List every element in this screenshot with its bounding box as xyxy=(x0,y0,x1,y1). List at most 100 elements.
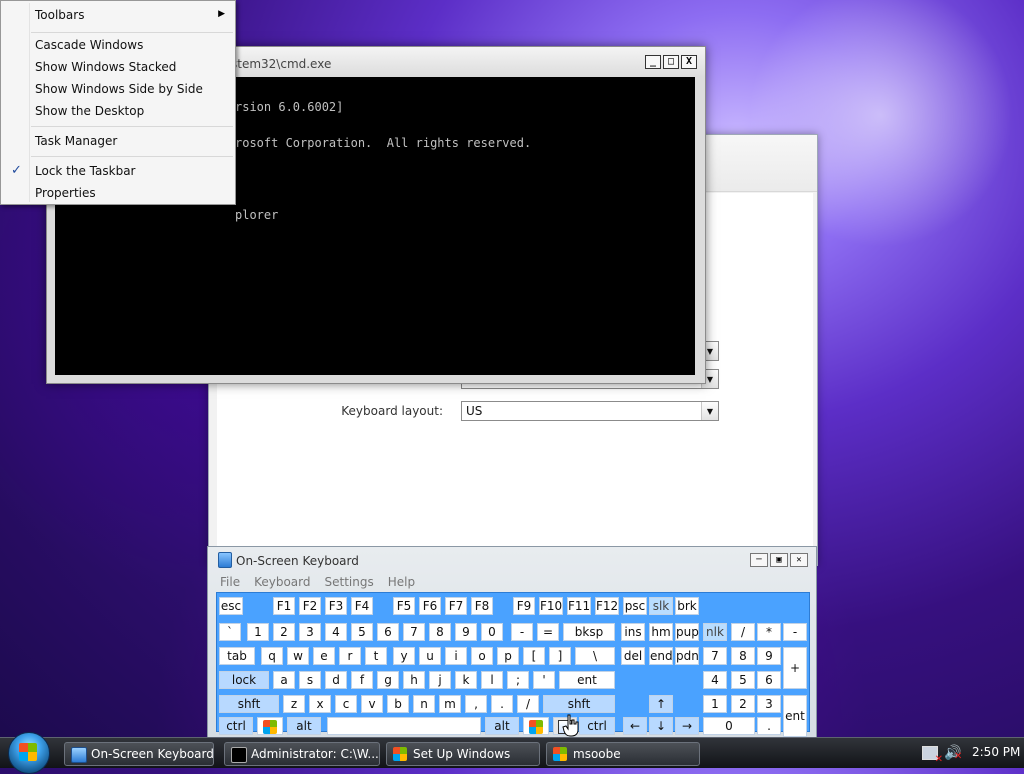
key-num-star[interactable]: * xyxy=(757,623,781,641)
key-num-plus[interactable]: + xyxy=(783,647,807,689)
clock[interactable]: 2:50 PM xyxy=(972,745,1020,759)
key-7[interactable]: 7 xyxy=(403,623,425,641)
key-num-dot[interactable]: . xyxy=(757,717,781,735)
key-i[interactable]: i xyxy=(445,647,467,665)
key-z[interactable]: z xyxy=(283,695,305,713)
key-f1[interactable]: F1 xyxy=(273,597,295,615)
key-h[interactable]: h xyxy=(403,671,425,689)
key-g[interactable]: g xyxy=(377,671,399,689)
key-psc[interactable]: psc xyxy=(623,597,647,615)
osk-menu-help[interactable]: Help xyxy=(388,575,415,589)
menu-item-show-windows-stacked[interactable]: Show Windows Stacked xyxy=(35,60,176,74)
key-num-minus[interactable]: - xyxy=(783,623,807,641)
key-end[interactable]: end xyxy=(649,647,673,665)
key-num-4[interactable]: 4 xyxy=(703,671,727,689)
key-home[interactable]: hm xyxy=(649,623,673,641)
key-f9[interactable]: F9 xyxy=(513,597,535,615)
network-icon[interactable] xyxy=(922,746,943,765)
key-6[interactable]: 6 xyxy=(377,623,399,641)
key-f10[interactable]: F10 xyxy=(539,597,563,615)
key-del[interactable]: del xyxy=(621,647,645,665)
menu-item-task-manager[interactable]: Task Manager xyxy=(35,134,117,148)
menu-item-side-by-side[interactable]: Show Windows Side by Side xyxy=(35,82,203,96)
taskbar-button-cmd[interactable]: Administrator: C:\W... xyxy=(224,742,380,766)
key-slk[interactable]: slk xyxy=(649,597,673,615)
key-lbracket[interactable]: [ xyxy=(523,647,545,665)
key-f6[interactable]: F6 xyxy=(419,597,441,615)
key-s[interactable]: s xyxy=(299,671,321,689)
key-w[interactable]: w xyxy=(287,647,309,665)
key-a[interactable]: a xyxy=(273,671,295,689)
key-down[interactable]: ↓ xyxy=(649,717,673,735)
key-num-6[interactable]: 6 xyxy=(757,671,781,689)
key-tab[interactable]: tab xyxy=(219,647,255,665)
key-ctrl-left[interactable]: ctrl xyxy=(219,717,253,735)
menu-item-toolbars[interactable]: Toolbars xyxy=(35,8,84,22)
key-num-0[interactable]: 0 xyxy=(703,717,755,735)
key-backtick[interactable]: ` xyxy=(219,623,241,641)
key-ins[interactable]: ins xyxy=(621,623,645,641)
key-r[interactable]: r xyxy=(339,647,361,665)
key-b[interactable]: b xyxy=(387,695,409,713)
key-f12[interactable]: F12 xyxy=(595,597,619,615)
key-1[interactable]: 1 xyxy=(247,623,269,641)
key-up[interactable]: ↑ xyxy=(649,695,673,713)
key-period[interactable]: . xyxy=(491,695,513,713)
osk-restore-button[interactable]: ▣ xyxy=(770,553,788,567)
key-rbracket[interactable]: ] xyxy=(549,647,571,665)
key-j[interactable]: j xyxy=(429,671,451,689)
keyboard-layout-dropdown[interactable]: US ▼ xyxy=(461,401,719,421)
volume-icon[interactable]: 🔊 xyxy=(944,745,963,762)
key-num-7[interactable]: 7 xyxy=(703,647,727,665)
key-f[interactable]: f xyxy=(351,671,373,689)
key-numlock[interactable]: nlk xyxy=(703,623,727,641)
key-pgdn[interactable]: pdn xyxy=(675,647,699,665)
key-f7[interactable]: F7 xyxy=(445,597,467,615)
key-pgup[interactable]: pup xyxy=(675,623,699,641)
key-num-3[interactable]: 3 xyxy=(757,695,781,713)
key-ctrl-right[interactable]: ctrl xyxy=(579,717,615,735)
key-num-5[interactable]: 5 xyxy=(731,671,755,689)
key-5[interactable]: 5 xyxy=(351,623,373,641)
key-shift-left[interactable]: shft xyxy=(219,695,279,713)
key-shift-right[interactable]: shft xyxy=(543,695,615,713)
key-c[interactable]: c xyxy=(335,695,357,713)
key-m[interactable]: m xyxy=(439,695,461,713)
key-n[interactable]: n xyxy=(413,695,435,713)
key-alt-left[interactable]: alt xyxy=(287,717,321,735)
key-9[interactable]: 9 xyxy=(455,623,477,641)
key-0[interactable]: 0 xyxy=(481,623,503,641)
key-enter[interactable]: ent xyxy=(559,671,615,689)
key-t[interactable]: t xyxy=(365,647,387,665)
key-num-1[interactable]: 1 xyxy=(703,695,727,713)
key-left[interactable]: ← xyxy=(623,717,647,735)
key-f3[interactable]: F3 xyxy=(325,597,347,615)
taskbar-button-osk[interactable]: On-Screen Keyboard xyxy=(64,742,214,766)
osk-menu-keyboard[interactable]: Keyboard xyxy=(254,575,310,589)
key-semicolon[interactable]: ; xyxy=(507,671,529,689)
key-esc[interactable]: esc xyxy=(219,597,243,615)
key-v[interactable]: v xyxy=(361,695,383,713)
cmd-close-button[interactable]: X xyxy=(681,55,697,69)
key-p[interactable]: p xyxy=(497,647,519,665)
key-2[interactable]: 2 xyxy=(273,623,295,641)
key-alt-right[interactable]: alt xyxy=(485,717,519,735)
key-u[interactable]: u xyxy=(419,647,441,665)
key-k[interactable]: k xyxy=(455,671,477,689)
key-backslash[interactable]: \ xyxy=(575,647,615,665)
key-right[interactable]: → xyxy=(675,717,699,735)
key-d[interactable]: d xyxy=(325,671,347,689)
key-slash[interactable]: / xyxy=(517,695,539,713)
key-capslock[interactable]: lock xyxy=(219,671,269,689)
key-backspace[interactable]: bksp xyxy=(563,623,615,641)
key-win-left[interactable] xyxy=(257,717,283,735)
menu-item-show-desktop[interactable]: Show the Desktop xyxy=(35,104,144,118)
key-minus[interactable]: - xyxy=(511,623,533,641)
key-e[interactable]: e xyxy=(313,647,335,665)
key-o[interactable]: o xyxy=(471,647,493,665)
key-win-right[interactable] xyxy=(523,717,549,735)
key-l[interactable]: l xyxy=(481,671,503,689)
key-num-enter[interactable]: ent xyxy=(783,695,807,737)
osk-close-button[interactable]: ✕ xyxy=(790,553,808,567)
osk-menu-file[interactable]: File xyxy=(220,575,240,589)
